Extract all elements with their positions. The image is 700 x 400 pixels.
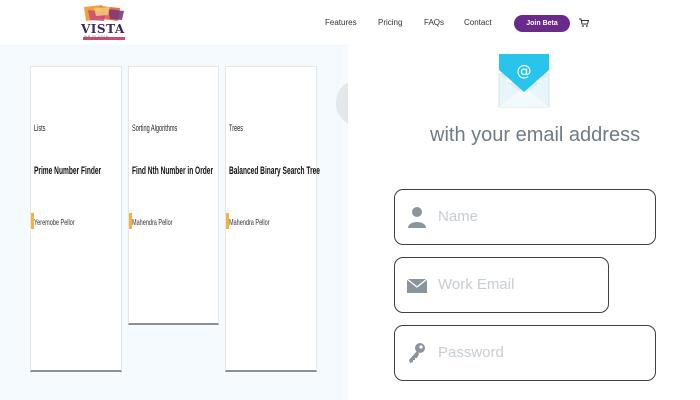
top-nav-bar: VISTA WP PLUGIN Features Pricing FAQs Co… bbox=[0, 0, 700, 45]
nav-faqs-link[interactable]: FAQs bbox=[424, 18, 444, 27]
card-category: Trees bbox=[229, 123, 244, 133]
work-email-placeholder: Work Email bbox=[438, 276, 515, 293]
card-author: Yeremobe Pellor bbox=[34, 217, 75, 227]
signup-headline: with your email address bbox=[430, 124, 641, 146]
card-author: Mahendra Pellor bbox=[132, 217, 173, 227]
join-beta-button[interactable]: Join Beta bbox=[514, 15, 570, 32]
password-field[interactable]: Password bbox=[394, 325, 656, 381]
problem-card[interactable]: Lists Prime Number Finder Yeremobe Pello… bbox=[30, 66, 122, 372]
cart-icon[interactable] bbox=[579, 18, 589, 27]
envelope-icon bbox=[407, 278, 427, 293]
svg-text:@: @ bbox=[517, 62, 532, 80]
key-icon bbox=[409, 343, 425, 363]
email-at-icon: @ bbox=[498, 54, 550, 108]
nav-pricing-link[interactable]: Pricing bbox=[378, 18, 402, 27]
name-field[interactable]: Name bbox=[394, 189, 656, 245]
problem-card-gallery: Lists Prime Number Finder Yeremobe Pello… bbox=[0, 44, 348, 400]
logo-tagline: WP PLUGIN bbox=[84, 35, 109, 39]
password-placeholder: Password bbox=[438, 344, 504, 361]
problem-card[interactable]: Sorting Algorithms Find Nth Number in Or… bbox=[128, 66, 219, 325]
work-email-field[interactable]: Work Email bbox=[394, 257, 609, 313]
nav-features-link[interactable]: Features bbox=[325, 18, 357, 27]
card-category: Lists bbox=[34, 123, 46, 133]
problem-card[interactable]: Trees Balanced Binary Search Tree Mahend… bbox=[225, 66, 320, 372]
card-category: Sorting Algorithms bbox=[132, 123, 178, 133]
user-icon bbox=[408, 207, 426, 228]
card-title: Prime Number Finder bbox=[34, 165, 102, 177]
nav-contact-link[interactable]: Contact bbox=[464, 18, 492, 27]
card-title: Balanced Binary Search Tree bbox=[229, 165, 320, 177]
card-title: Find Nth Number in Order bbox=[132, 165, 214, 177]
logo-wordmark: VISTA bbox=[81, 22, 125, 36]
card-author: Mahendra Pellor bbox=[229, 217, 270, 227]
name-placeholder: Name bbox=[438, 208, 479, 225]
